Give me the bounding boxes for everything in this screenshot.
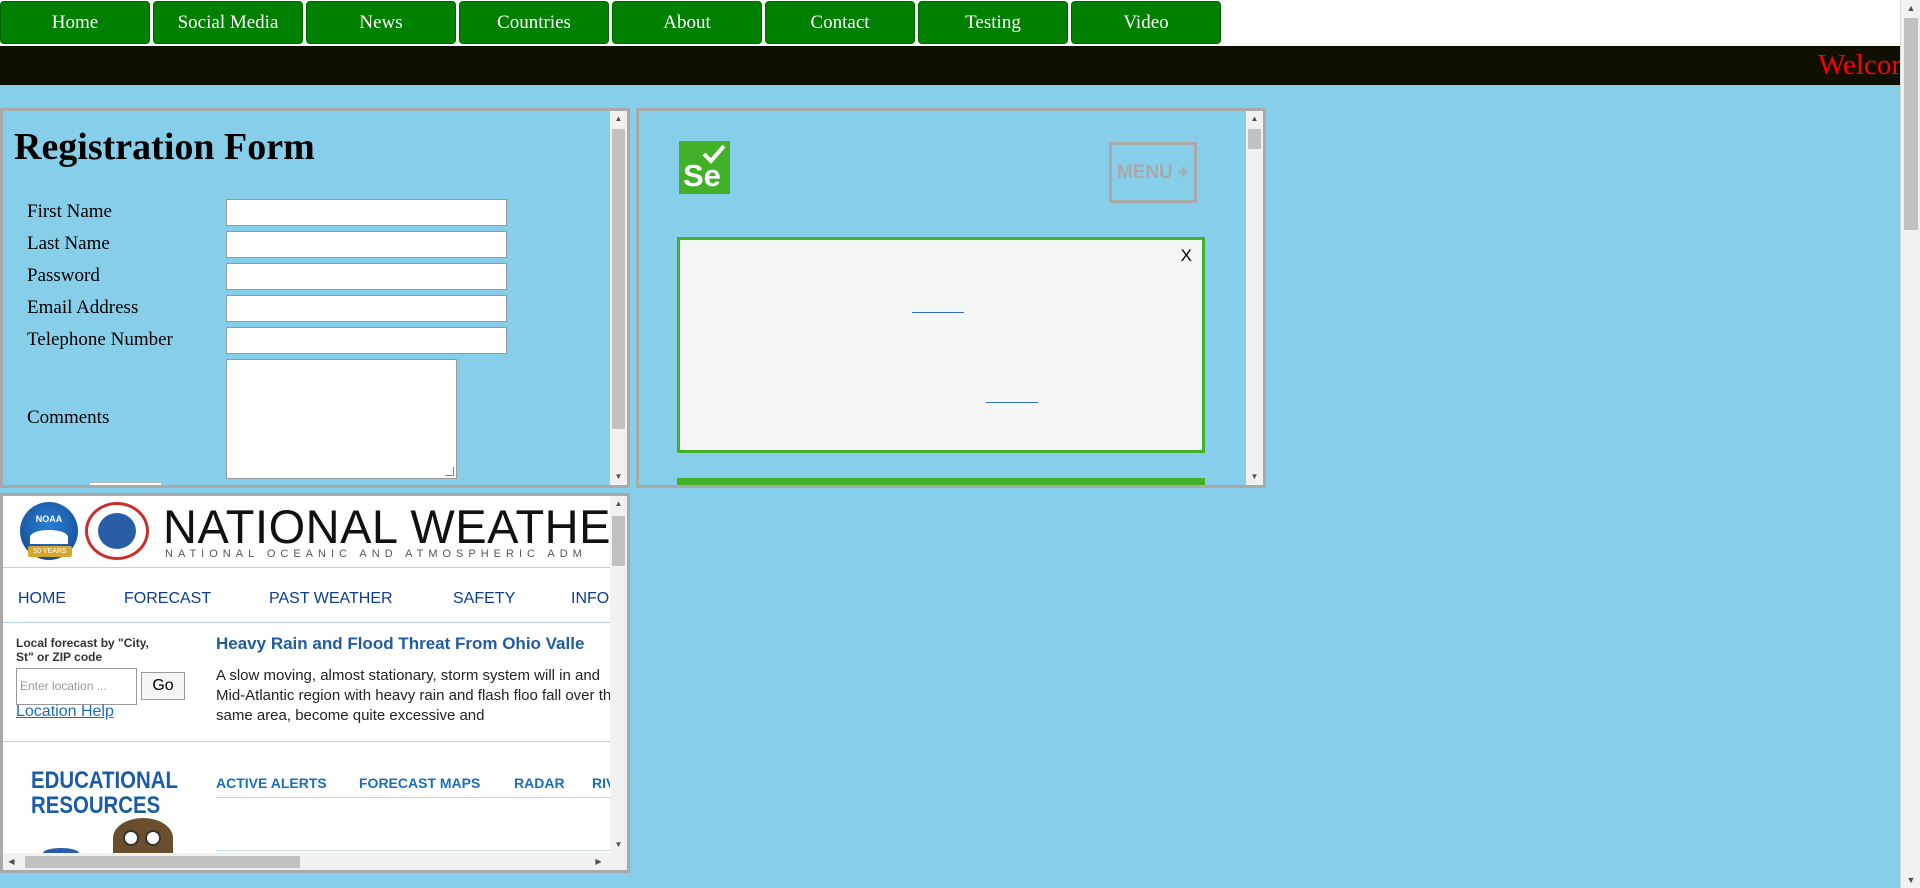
weather-nav-home[interactable]: HOME [18, 590, 66, 608]
close-icon[interactable]: X [1181, 246, 1192, 266]
local-forecast-label: Local forecast by "City, St" or ZIP code [16, 636, 149, 664]
registration-frame: Registration Form First Name Last Name P… [0, 108, 630, 488]
telephone-input[interactable] [226, 327, 507, 354]
email-label: Email Address [27, 297, 139, 318]
selenium-frame: Se MENU + X ▲ ▼ [636, 108, 1266, 488]
scroll-up-arrow-icon[interactable]: ▲ [1246, 111, 1263, 127]
location-input[interactable]: Enter location ... [16, 668, 137, 705]
scroll-left-arrow-icon[interactable]: ◀ [3, 853, 20, 870]
educational-resources-banner[interactable]: EDUCATIONAL RESOURCES [31, 768, 178, 818]
divider [216, 797, 616, 798]
radar-link[interactable]: RADAR [514, 775, 565, 791]
selenium-logo[interactable]: Se [679, 141, 730, 194]
weather-nav-past-weather[interactable]: PAST WEATHER [269, 590, 393, 608]
last-name-label: Last Name [27, 233, 110, 254]
scroll-thumb[interactable] [612, 129, 625, 429]
nav-social-media-button[interactable]: Social Media [153, 1, 303, 44]
noaa-logo-text: NOAA [35, 514, 63, 524]
submit-button[interactable] [89, 482, 162, 485]
telephone-label: Telephone Number [27, 329, 173, 350]
active-alerts-link[interactable]: ACTIVE ALERTS [216, 775, 327, 791]
nav-about-button[interactable]: About [612, 1, 762, 44]
scroll-up-arrow-icon[interactable]: ▲ [1901, 0, 1920, 16]
divider [216, 850, 616, 851]
weather-nav-info[interactable]: INFO [571, 590, 609, 608]
nav-home-button[interactable]: Home [0, 1, 150, 44]
nav-video-button[interactable]: Video [1071, 1, 1221, 44]
story-summary: A slow moving, almost stationary, storm … [216, 667, 620, 724]
page-scrollbar[interactable]: ▲ ▼ [1900, 0, 1920, 888]
password-input[interactable] [226, 263, 507, 290]
forecast-maps-link[interactable]: FORECAST MAPS [359, 775, 480, 791]
first-name-input[interactable] [226, 199, 507, 226]
checkmark-icon [702, 144, 726, 164]
scroll-right-arrow-icon[interactable]: ▶ [590, 853, 607, 870]
password-label: Password [27, 265, 100, 286]
scroll-thumb[interactable] [612, 516, 625, 566]
weather-nav-safety[interactable]: SAFETY [453, 590, 515, 608]
divider [3, 622, 613, 623]
weather-frame: NOAA 50 YEARS NATIONAL WEATHER NATIONAL … [0, 493, 630, 873]
comments-label: Comments [27, 407, 110, 428]
registration-scrollbar[interactable]: ▲ ▼ [610, 111, 627, 485]
edu-line1: EDUCATIONAL [31, 767, 178, 794]
weather-vscrollbar[interactable]: ▲ ▼ [610, 496, 627, 853]
scroll-down-arrow-icon[interactable]: ▼ [610, 469, 627, 485]
registration-title: Registration Form [14, 126, 315, 168]
popup-link[interactable] [986, 402, 1038, 403]
go-button[interactable]: Go [141, 672, 185, 700]
nav-contact-button[interactable]: Contact [765, 1, 915, 44]
noaa-bird-shape [30, 530, 68, 544]
marquee-text: Welcome [1818, 49, 1900, 81]
last-name-input[interactable] [226, 231, 507, 258]
nws-seal-icon [85, 502, 149, 560]
divider [3, 741, 613, 742]
scroll-down-arrow-icon[interactable]: ▼ [610, 837, 627, 853]
welcome-marquee: Welcome [0, 46, 1900, 85]
scroll-thumb[interactable] [1248, 129, 1261, 149]
comments-textarea[interactable] [226, 359, 457, 479]
nav-countries-button[interactable]: Countries [459, 1, 609, 44]
weather-title: NATIONAL WEATHER [163, 500, 630, 553]
weather-nav-forecast[interactable]: FORECAST [124, 590, 211, 608]
scroll-thumb[interactable] [25, 856, 300, 868]
weather-subtitle: NATIONAL OCEANIC AND ATMOSPHERIC ADM [165, 548, 587, 560]
nav-testing-button[interactable]: Testing [918, 1, 1068, 44]
story-headline-link[interactable]: Heavy Rain and Flood Threat From Ohio Va… [216, 634, 584, 654]
scroll-up-arrow-icon[interactable]: ▲ [610, 111, 627, 127]
weather-header: NOAA 50 YEARS NATIONAL WEATHER NATIONAL … [3, 496, 627, 568]
menu-button[interactable]: MENU + [1109, 142, 1197, 203]
popup-link[interactable] [912, 312, 964, 313]
noaa-logo-icon: NOAA 50 YEARS [20, 502, 78, 560]
main-nav: Home Social Media News Countries About C… [0, 1, 1224, 44]
owl-icon [113, 818, 173, 858]
nav-news-button[interactable]: News [306, 1, 456, 44]
location-help-link[interactable]: Location Help [16, 703, 114, 721]
scroll-down-arrow-icon[interactable]: ▼ [1246, 469, 1263, 485]
green-banner [677, 478, 1205, 485]
edu-line2: RESOURCES [31, 792, 161, 819]
selenium-scrollbar[interactable]: ▲ ▼ [1246, 111, 1263, 485]
first-name-label: First Name [27, 201, 112, 222]
scroll-down-arrow-icon[interactable]: ▼ [1901, 872, 1920, 888]
noaa-ribbon: 50 YEARS [28, 546, 72, 557]
scroll-up-arrow-icon[interactable]: ▲ [610, 496, 627, 512]
page-scroll-thumb[interactable] [1904, 18, 1918, 230]
popup-dialog: X [677, 237, 1205, 453]
weather-hscrollbar[interactable]: ◀ ▶ [3, 853, 627, 870]
email-input[interactable] [226, 295, 507, 322]
top-bar: Home Social Media News Countries About C… [0, 0, 1900, 46]
